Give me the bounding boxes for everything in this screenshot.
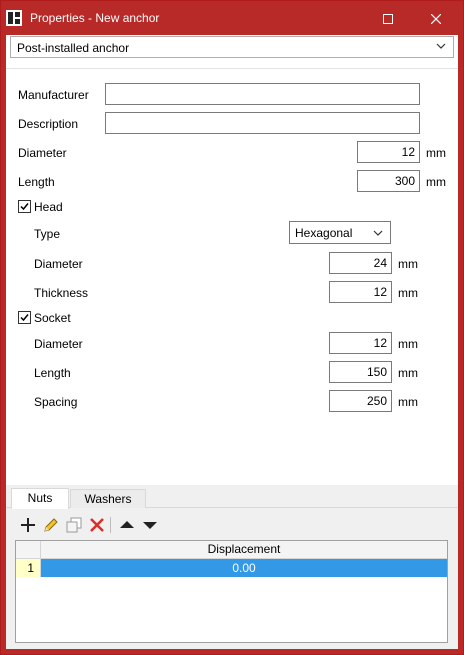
toolbar <box>6 515 458 539</box>
head-type-select[interactable]: Hexagonal <box>289 221 391 244</box>
head-thickness-label: Thickness <box>34 286 89 300</box>
socket-diameter-unit: mm <box>398 337 418 351</box>
tab-nuts[interactable]: Nuts <box>11 488 69 509</box>
description-label: Description <box>18 117 79 131</box>
move-down-icon <box>143 522 157 529</box>
socket-length-input[interactable]: 150 <box>329 361 392 383</box>
head-label[interactable]: Head <box>34 199 63 215</box>
edit-icon <box>44 518 58 532</box>
anchor-type-value: Post-installed anchor <box>17 41 130 55</box>
close-button[interactable] <box>413 1 459 35</box>
column-header-displacement[interactable]: Displacement <box>41 541 447 559</box>
copy-icon <box>66 517 82 533</box>
socket-checkbox[interactable] <box>18 311 31 324</box>
head-diameter-input[interactable]: 24 <box>329 252 392 274</box>
socket-length-unit: mm <box>398 366 418 380</box>
head-diameter-label: Diameter <box>34 257 83 271</box>
add-button[interactable] <box>18 515 38 535</box>
head-type-value: Hexagonal <box>295 226 353 240</box>
checkmark-icon <box>20 203 29 211</box>
socket-spacing-input[interactable]: 250 <box>329 390 392 412</box>
chevron-down-icon <box>436 43 446 49</box>
maximize-button[interactable] <box>365 1 411 35</box>
length-unit: mm <box>426 175 446 189</box>
diameter-input[interactable]: 12 <box>357 141 420 163</box>
socket-diameter-input[interactable]: 12 <box>329 332 392 354</box>
move-down-button[interactable] <box>140 515 160 535</box>
delete-button[interactable] <box>87 515 107 535</box>
edit-button[interactable] <box>41 515 61 535</box>
divider <box>6 68 458 69</box>
move-up-button[interactable] <box>117 515 137 535</box>
diameter-label: Diameter <box>18 146 67 160</box>
head-diameter-unit: mm <box>398 257 418 271</box>
maximize-icon <box>383 14 393 25</box>
socket-label[interactable]: Socket <box>34 310 71 326</box>
toolbar-separator <box>110 517 111 533</box>
head-type-label: Type <box>34 227 61 241</box>
socket-spacing-label: Spacing <box>34 395 78 409</box>
delete-icon <box>90 518 104 532</box>
displacement-cell[interactable]: 0.00 <box>41 559 447 577</box>
length-label: Length <box>18 175 55 189</box>
window-title: Properties - New anchor <box>30 11 160 25</box>
description-input[interactable] <box>105 112 420 134</box>
socket-length-label: Length <box>34 366 71 380</box>
checkmark-icon <box>20 314 29 322</box>
title-bar[interactable]: Properties - New anchor <box>1 1 463 35</box>
row-index[interactable]: 1 <box>16 559 41 577</box>
head-thickness-input[interactable]: 12 <box>329 281 392 303</box>
chevron-down-icon <box>373 230 383 236</box>
properties-window: Properties - New anchor Post-installed a… <box>0 0 464 655</box>
add-icon <box>21 518 35 532</box>
head-checkbox[interactable] <box>18 200 31 213</box>
table-corner[interactable] <box>16 541 41 559</box>
tab-bar: Nuts Washers <box>6 485 458 509</box>
move-up-icon <box>120 521 134 528</box>
anchor-type-select[interactable]: Post-installed anchor <box>10 36 454 58</box>
socket-diameter-label: Diameter <box>34 337 83 351</box>
manufacturer-label: Manufacturer <box>18 88 89 102</box>
properties-panel: Post-installed anchor Manufacturer Descr… <box>6 35 458 649</box>
tab-washers[interactable]: Washers <box>70 489 146 508</box>
head-thickness-unit: mm <box>398 286 418 300</box>
close-icon <box>430 13 442 25</box>
app-icon <box>6 10 22 26</box>
copy-button[interactable] <box>64 515 84 535</box>
nuts-washers-panel: Nuts Washers Displacement 1 0.00 <box>6 485 458 649</box>
socket-spacing-unit: mm <box>398 395 418 409</box>
length-input[interactable]: 300 <box>357 170 420 192</box>
nuts-table[interactable]: Displacement 1 0.00 <box>15 540 448 643</box>
diameter-unit: mm <box>426 146 446 160</box>
manufacturer-input[interactable] <box>105 83 420 105</box>
